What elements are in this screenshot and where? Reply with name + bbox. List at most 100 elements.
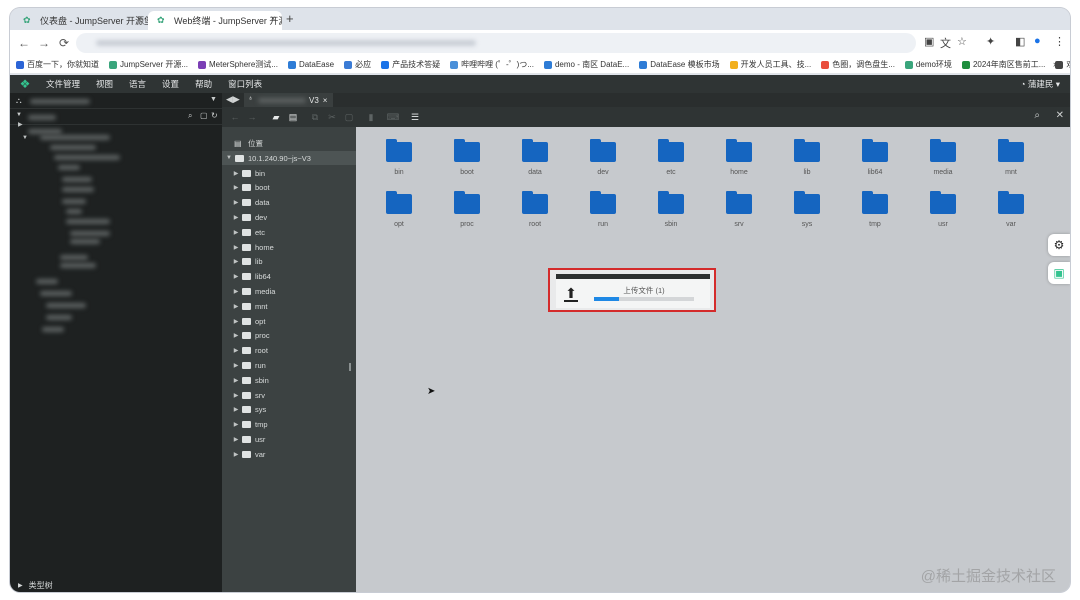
user-menu[interactable]: ◔ 蒲建民 ▾ [1020,78,1060,90]
folder-tile[interactable]: media [913,135,973,185]
translate-icon[interactable]: 文 [940,35,951,51]
folder-tile[interactable]: data [505,135,565,185]
tree-folder-item[interactable]: ▶ lib [222,255,356,269]
caret-right-icon[interactable]: ▶ [232,377,240,384]
tree-folder-item[interactable]: ▶ lib64 [222,270,356,284]
sidebar-icon[interactable]: ◧ [1015,35,1025,48]
folder-tile[interactable]: lib [777,135,837,185]
extensions-icon[interactable]: ✦ [986,35,995,48]
reload-button[interactable]: ⟳ [54,36,74,50]
bookmark-item[interactable]: demo - 南区 DataE... [543,59,629,70]
menu-window-list[interactable]: 窗口列表 [228,78,262,90]
cut-icon[interactable]: ✂ [325,112,339,123]
tree-folder-item[interactable]: ▶ sys [222,403,356,417]
new-tab-button[interactable]: + [286,11,294,26]
tree-folder-item[interactable]: ▶ mnt [222,299,356,313]
chat-button[interactable]: ▣ [1048,262,1070,284]
collapse-icon[interactable]: ▼ [16,112,22,118]
paste-icon[interactable]: ▢ [342,112,356,123]
upload-file-icon[interactable]: ▤ [286,112,300,123]
bookmark-item[interactable]: JumpServer 开源... [109,59,188,70]
menu-view[interactable]: 视图 [96,78,113,90]
caret-right-icon[interactable]: ▶ [232,214,240,221]
caret-right-icon[interactable]: ▶ [232,170,240,177]
bookmark-item[interactable]: DataEase [287,60,334,69]
back-arrow-icon[interactable]: ← [228,112,242,122]
chevron-down-icon[interactable]: ▼ [225,155,233,161]
tree-folder-item[interactable]: ▶ media [222,284,356,298]
list-view-icon[interactable]: ☰ [408,112,422,123]
caret-right-icon[interactable]: ▶ [232,392,240,399]
refresh-icon[interactable]: ↻ [211,111,218,120]
tree-folder-item[interactable]: ▶ run [222,358,356,372]
tree-folder-item[interactable]: ▶ root [222,344,356,358]
caret-right-icon[interactable]: ▶ [232,258,240,265]
close-icon[interactable]: ✕ [1056,110,1064,121]
folder-tile[interactable]: tmp [845,187,905,237]
caret-right-icon[interactable]: ▶ [232,303,240,310]
profile-icon[interactable]: ● [1034,35,1041,47]
folder-tile[interactable]: run [573,187,633,237]
rename-icon[interactable]: ⌨ [386,112,400,123]
folder-tile[interactable]: srv [709,187,769,237]
bookmark-item[interactable]: 必应 [344,59,371,70]
close-tab-icon[interactable]: × [270,14,276,25]
folder-tile[interactable]: boot [437,135,497,185]
folder-tile[interactable]: proc [437,187,497,237]
folder-tile[interactable]: root [505,187,565,237]
tree-folder-item[interactable]: ▶ tmp [222,418,356,432]
address-bar[interactable] [76,33,916,53]
tree-folder-item[interactable]: ▶ dev [222,210,356,224]
tree-toggle-icon[interactable]: ▼ [22,135,28,141]
caret-right-icon[interactable]: ▶ [232,436,240,443]
tree-folder-item[interactable]: ▶ sbin [222,373,356,387]
tree-folder-item[interactable]: ▶ home [222,240,356,254]
close-session-icon[interactable]: × [323,96,328,105]
bookmark-star-icon[interactable]: ☆ [957,35,967,48]
folder-tile[interactable]: sys [777,187,837,237]
clipboard-icon[interactable]: ▣ [924,35,934,48]
tree-folder-item[interactable]: ▶ etc [222,225,356,239]
new-folder-icon[interactable]: ▰ [269,112,283,123]
browser-tab-dashboard[interactable]: ✿ 仪表盘 - JumpServer 开源堡垒 × [14,11,148,30]
tree-root[interactable]: ▼ 10.1.240.90~js~V3 [222,151,356,165]
tree-folder-item[interactable]: ▶ data [222,196,356,210]
folder-tile[interactable]: var [981,187,1041,237]
caret-right-icon[interactable]: ▶ [232,421,240,428]
caret-right-icon[interactable]: ▶ [232,451,240,458]
bookmark-item[interactable]: 开发人员工具、技... [729,59,811,70]
tree-folder-item[interactable]: ▶ var [222,447,356,461]
caret-right-icon[interactable]: ▶ [232,273,240,280]
menu-file-manager[interactable]: 文件管理 [46,78,80,90]
caret-right-icon[interactable]: ▶ [232,362,240,369]
caret-right-icon[interactable]: ▶ [232,199,240,206]
bookmark-item[interactable]: 百度一下，你就知道 [16,59,99,70]
folder-tile[interactable]: dev [573,135,633,185]
caret-right-icon[interactable]: ▶ [232,406,240,413]
bookmark-item[interactable]: 2024年南区售前工... [961,59,1045,70]
folder-tile[interactable]: bin [369,135,429,185]
caret-right-icon[interactable]: ▶ [232,184,240,191]
settings-gear-button[interactable]: ⚙ [1048,234,1070,256]
caret-right-icon[interactable]: ▶ [232,288,240,295]
bookmark-item[interactable]: 哔哩哔哩 (゜-゜)つ... [450,59,534,70]
tree-scrollbar[interactable] [349,363,351,371]
menu-settings[interactable]: 设置 [162,78,179,90]
search-icon[interactable]: ⌕ [188,111,192,121]
menu-language[interactable]: 语言 [129,78,146,90]
bookmark-item[interactable]: DataEase 模板市场 [639,59,720,70]
caret-right-icon[interactable]: ▶ [232,229,240,236]
folder-tile[interactable]: sbin [641,187,701,237]
more-bookmarks-icon[interactable]: » [1053,59,1058,69]
tree-folder-item[interactable]: ▶ srv [222,388,356,402]
type-tree-toggle[interactable]: ▶ 类型树 [10,578,222,592]
tree-toggle-icon[interactable]: ▶ [18,121,23,128]
session-tab[interactable]: ♁ V3 × [244,93,334,107]
tree-folder-item[interactable]: ▶ proc [222,329,356,343]
folder-tile[interactable]: home [709,135,769,185]
caret-right-icon[interactable]: ▶ [232,332,240,339]
folder-tile[interactable]: mnt [981,135,1041,185]
tree-folder-item[interactable]: ▶ opt [222,314,356,328]
bookmark-item[interactable]: 色圈，调色盘生... [821,59,895,70]
bookmark-item[interactable]: 产品技术答疑 [381,59,440,70]
